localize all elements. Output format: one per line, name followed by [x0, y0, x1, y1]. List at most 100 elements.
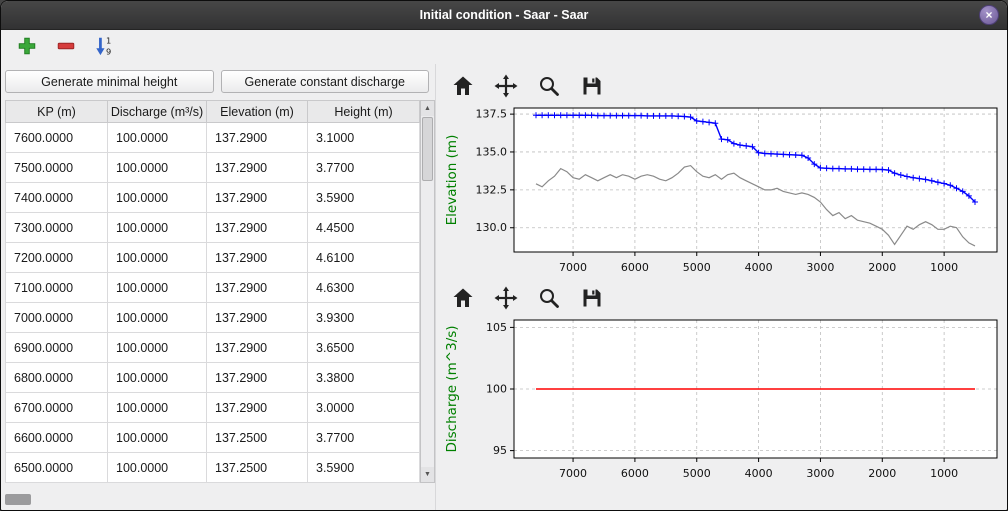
table-cell[interactable]: 137.2900 — [207, 183, 308, 213]
table-cell[interactable]: 3.7700 — [308, 153, 420, 183]
table-cell[interactable]: 100.0000 — [108, 333, 207, 363]
table-area: KP (m) Discharge (m³/s) Elevation (m) He… — [5, 100, 435, 483]
zoom-button[interactable] — [536, 74, 562, 100]
table-cell[interactable]: 137.2900 — [207, 243, 308, 273]
table-cell[interactable]: 4.6100 — [308, 243, 420, 273]
scroll-down-button[interactable]: ▼ — [421, 467, 434, 482]
table-cell[interactable]: 4.6300 — [308, 273, 420, 303]
vertical-scrollbar[interactable]: ▲ ▼ — [420, 100, 435, 483]
table-cell[interactable]: 137.2900 — [207, 213, 308, 243]
generate-minimal-height-button[interactable]: Generate minimal height — [5, 70, 214, 93]
table-cell[interactable]: 3.6500 — [308, 333, 420, 363]
y-tick-label: 105 — [486, 321, 507, 334]
table-cell[interactable]: 7500.0000 — [6, 153, 108, 183]
generate-constant-discharge-button[interactable]: Generate constant discharge — [221, 70, 430, 93]
table-row[interactable]: 7600.0000100.0000137.29003.1000 — [6, 123, 420, 153]
column-header-discharge[interactable]: Discharge (m³/s) — [108, 101, 207, 123]
table-cell[interactable]: 137.2900 — [207, 333, 308, 363]
home-button[interactable] — [450, 286, 476, 312]
table-cell[interactable]: 6500.0000 — [6, 453, 108, 483]
table-cell[interactable]: 6800.0000 — [6, 363, 108, 393]
table-cell[interactable]: 3.7700 — [308, 423, 420, 453]
table-cell[interactable]: 3.5900 — [308, 183, 420, 213]
x-tick-label: 7000 — [559, 467, 587, 480]
column-header-elevation[interactable]: Elevation (m) — [207, 101, 308, 123]
elevation-chart[interactable]: 7000600050004000300020001000130.0132.513… — [442, 102, 1004, 278]
scrollbar-track[interactable] — [421, 116, 434, 467]
svg-text:1: 1 — [106, 35, 111, 45]
add-row-button[interactable] — [14, 34, 40, 60]
table-cell[interactable]: 7000.0000 — [6, 303, 108, 333]
table-row[interactable]: 7100.0000100.0000137.29004.6300 — [6, 273, 420, 303]
table-cell[interactable]: 100.0000 — [108, 273, 207, 303]
sort-button[interactable]: 1 9 — [92, 34, 118, 60]
table-cell[interactable]: 137.2900 — [207, 363, 308, 393]
table-row[interactable]: 7500.0000100.0000137.29003.7700 — [6, 153, 420, 183]
table-cell[interactable]: 6600.0000 — [6, 423, 108, 453]
home-button[interactable] — [450, 74, 476, 100]
column-header-height[interactable]: Height (m) — [308, 101, 420, 123]
table-row[interactable]: 6700.0000100.0000137.29003.0000 — [6, 393, 420, 423]
table-cell[interactable]: 137.2900 — [207, 273, 308, 303]
scrollbar-thumb[interactable] — [422, 117, 433, 181]
plus-icon — [16, 35, 38, 60]
pan-button[interactable] — [493, 286, 519, 312]
table-cell[interactable]: 100.0000 — [108, 363, 207, 393]
table-cell[interactable]: 100.0000 — [108, 303, 207, 333]
remove-row-button[interactable] — [53, 34, 79, 60]
table-cell[interactable]: 3.3800 — [308, 363, 420, 393]
table-cell[interactable]: 3.0000 — [308, 393, 420, 423]
table-cell[interactable]: 100.0000 — [108, 393, 207, 423]
table-cell[interactable]: 6900.0000 — [6, 333, 108, 363]
x-tick-label: 1000 — [930, 467, 958, 480]
app-window: Initial condition - Saar - Saar × — [0, 0, 1008, 511]
table-cell[interactable]: 7400.0000 — [6, 183, 108, 213]
horizontal-scrollbar-thumb[interactable] — [5, 494, 31, 505]
table-cell[interactable]: 7300.0000 — [6, 213, 108, 243]
table-cell[interactable]: 100.0000 — [108, 183, 207, 213]
x-tick-label: 6000 — [621, 261, 649, 274]
table-cell[interactable]: 7200.0000 — [6, 243, 108, 273]
table-cell[interactable]: 100.0000 — [108, 453, 207, 483]
table-cell[interactable]: 3.5900 — [308, 453, 420, 483]
minus-icon — [55, 35, 77, 60]
table-cell[interactable]: 100.0000 — [108, 243, 207, 273]
table-cell[interactable]: 100.0000 — [108, 123, 207, 153]
table-cell[interactable]: 137.2900 — [207, 303, 308, 333]
column-header-kp[interactable]: KP (m) — [6, 101, 108, 123]
table-cell[interactable]: 137.2900 — [207, 393, 308, 423]
table-cell[interactable]: 7100.0000 — [6, 273, 108, 303]
table-cell[interactable]: 137.2500 — [207, 453, 308, 483]
table-cell[interactable]: 137.2500 — [207, 423, 308, 453]
table-row[interactable]: 6500.0000100.0000137.25003.5900 — [6, 453, 420, 483]
table-row[interactable]: 7400.0000100.0000137.29003.5900 — [6, 183, 420, 213]
table-cell[interactable]: 137.2900 — [207, 123, 308, 153]
table-cell[interactable]: 4.4500 — [308, 213, 420, 243]
table-cell[interactable]: 100.0000 — [108, 423, 207, 453]
save-button[interactable] — [579, 74, 605, 100]
table-row[interactable]: 7000.0000100.0000137.29003.9300 — [6, 303, 420, 333]
table-row[interactable]: 7300.0000100.0000137.29004.4500 — [6, 213, 420, 243]
save-button[interactable] — [579, 286, 605, 312]
x-tick-label: 6000 — [621, 467, 649, 480]
table-cell[interactable]: 100.0000 — [108, 153, 207, 183]
y-tick-label: 132.5 — [476, 183, 508, 196]
table-cell[interactable]: 3.9300 — [308, 303, 420, 333]
zoom-button[interactable] — [536, 286, 562, 312]
table-cell[interactable]: 137.2900 — [207, 153, 308, 183]
close-button[interactable]: × — [979, 5, 999, 25]
table-cell[interactable]: 3.1000 — [308, 123, 420, 153]
home-icon — [451, 74, 475, 101]
table-row[interactable]: 6600.0000100.0000137.25003.7700 — [6, 423, 420, 453]
table-row[interactable]: 6800.0000100.0000137.29003.3800 — [6, 363, 420, 393]
x-tick-label: 4000 — [745, 467, 773, 480]
table-cell[interactable]: 6700.0000 — [6, 393, 108, 423]
table-cell[interactable]: 100.0000 — [108, 213, 207, 243]
scroll-up-button[interactable]: ▲ — [421, 101, 434, 116]
x-tick-label: 5000 — [683, 261, 711, 274]
table-cell[interactable]: 7600.0000 — [6, 123, 108, 153]
table-row[interactable]: 7200.0000100.0000137.29004.6100 — [6, 243, 420, 273]
discharge-chart[interactable]: 700060005000400030002000100095100105Disc… — [442, 314, 1004, 484]
table-row[interactable]: 6900.0000100.0000137.29003.6500 — [6, 333, 420, 363]
pan-button[interactable] — [493, 74, 519, 100]
